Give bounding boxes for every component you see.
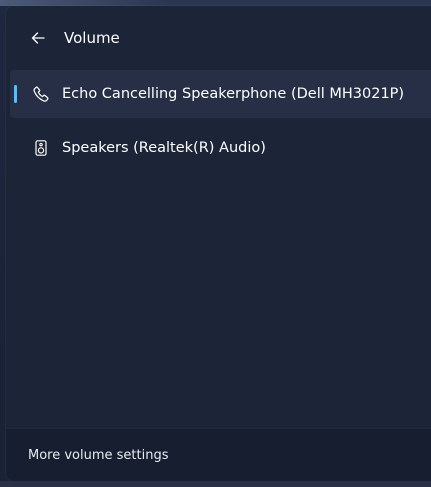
volume-flyout-window: Volume Echo Cancelling Speakerphone (Del… — [0, 0, 431, 487]
more-volume-settings-link[interactable]: More volume settings — [28, 448, 169, 463]
selected-indicator — [14, 85, 17, 103]
arrow-left-icon — [31, 32, 45, 44]
output-device-list: Echo Cancelling Speakerphone (Dell MH302… — [6, 70, 431, 178]
volume-output-panel: Volume Echo Cancelling Speakerphone (Del… — [6, 6, 431, 481]
device-label: Echo Cancelling Speakerphone (Dell MH302… — [62, 86, 405, 102]
background-strip-bottom — [0, 481, 431, 487]
device-label: Speakers (Realtek(R) Audio) — [62, 140, 266, 156]
panel-header: Volume — [6, 16, 431, 60]
device-item-speakers[interactable]: Speakers (Realtek(R) Audio) — [10, 124, 431, 172]
speaker-icon — [30, 137, 52, 159]
back-button[interactable] — [20, 20, 56, 56]
phone-icon — [30, 83, 52, 105]
device-item-speakerphone[interactable]: Echo Cancelling Speakerphone (Dell MH302… — [10, 70, 431, 118]
page-title: Volume — [64, 29, 120, 47]
panel-footer: More volume settings — [6, 428, 431, 481]
